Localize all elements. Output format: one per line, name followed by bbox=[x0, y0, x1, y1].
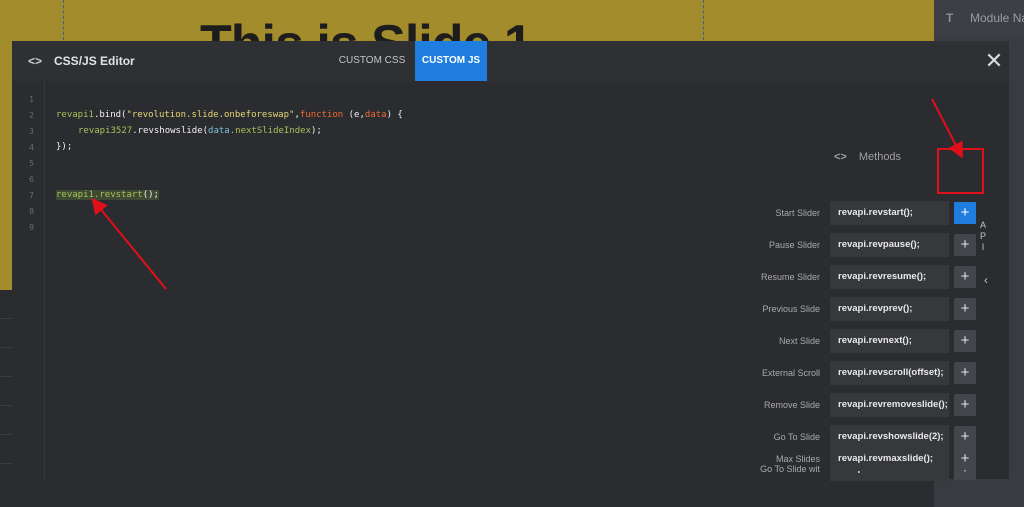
annotation-arrow bbox=[91, 197, 167, 290]
annotation-arrows bbox=[91, 98, 963, 290]
annotation-arrow bbox=[931, 98, 963, 159]
